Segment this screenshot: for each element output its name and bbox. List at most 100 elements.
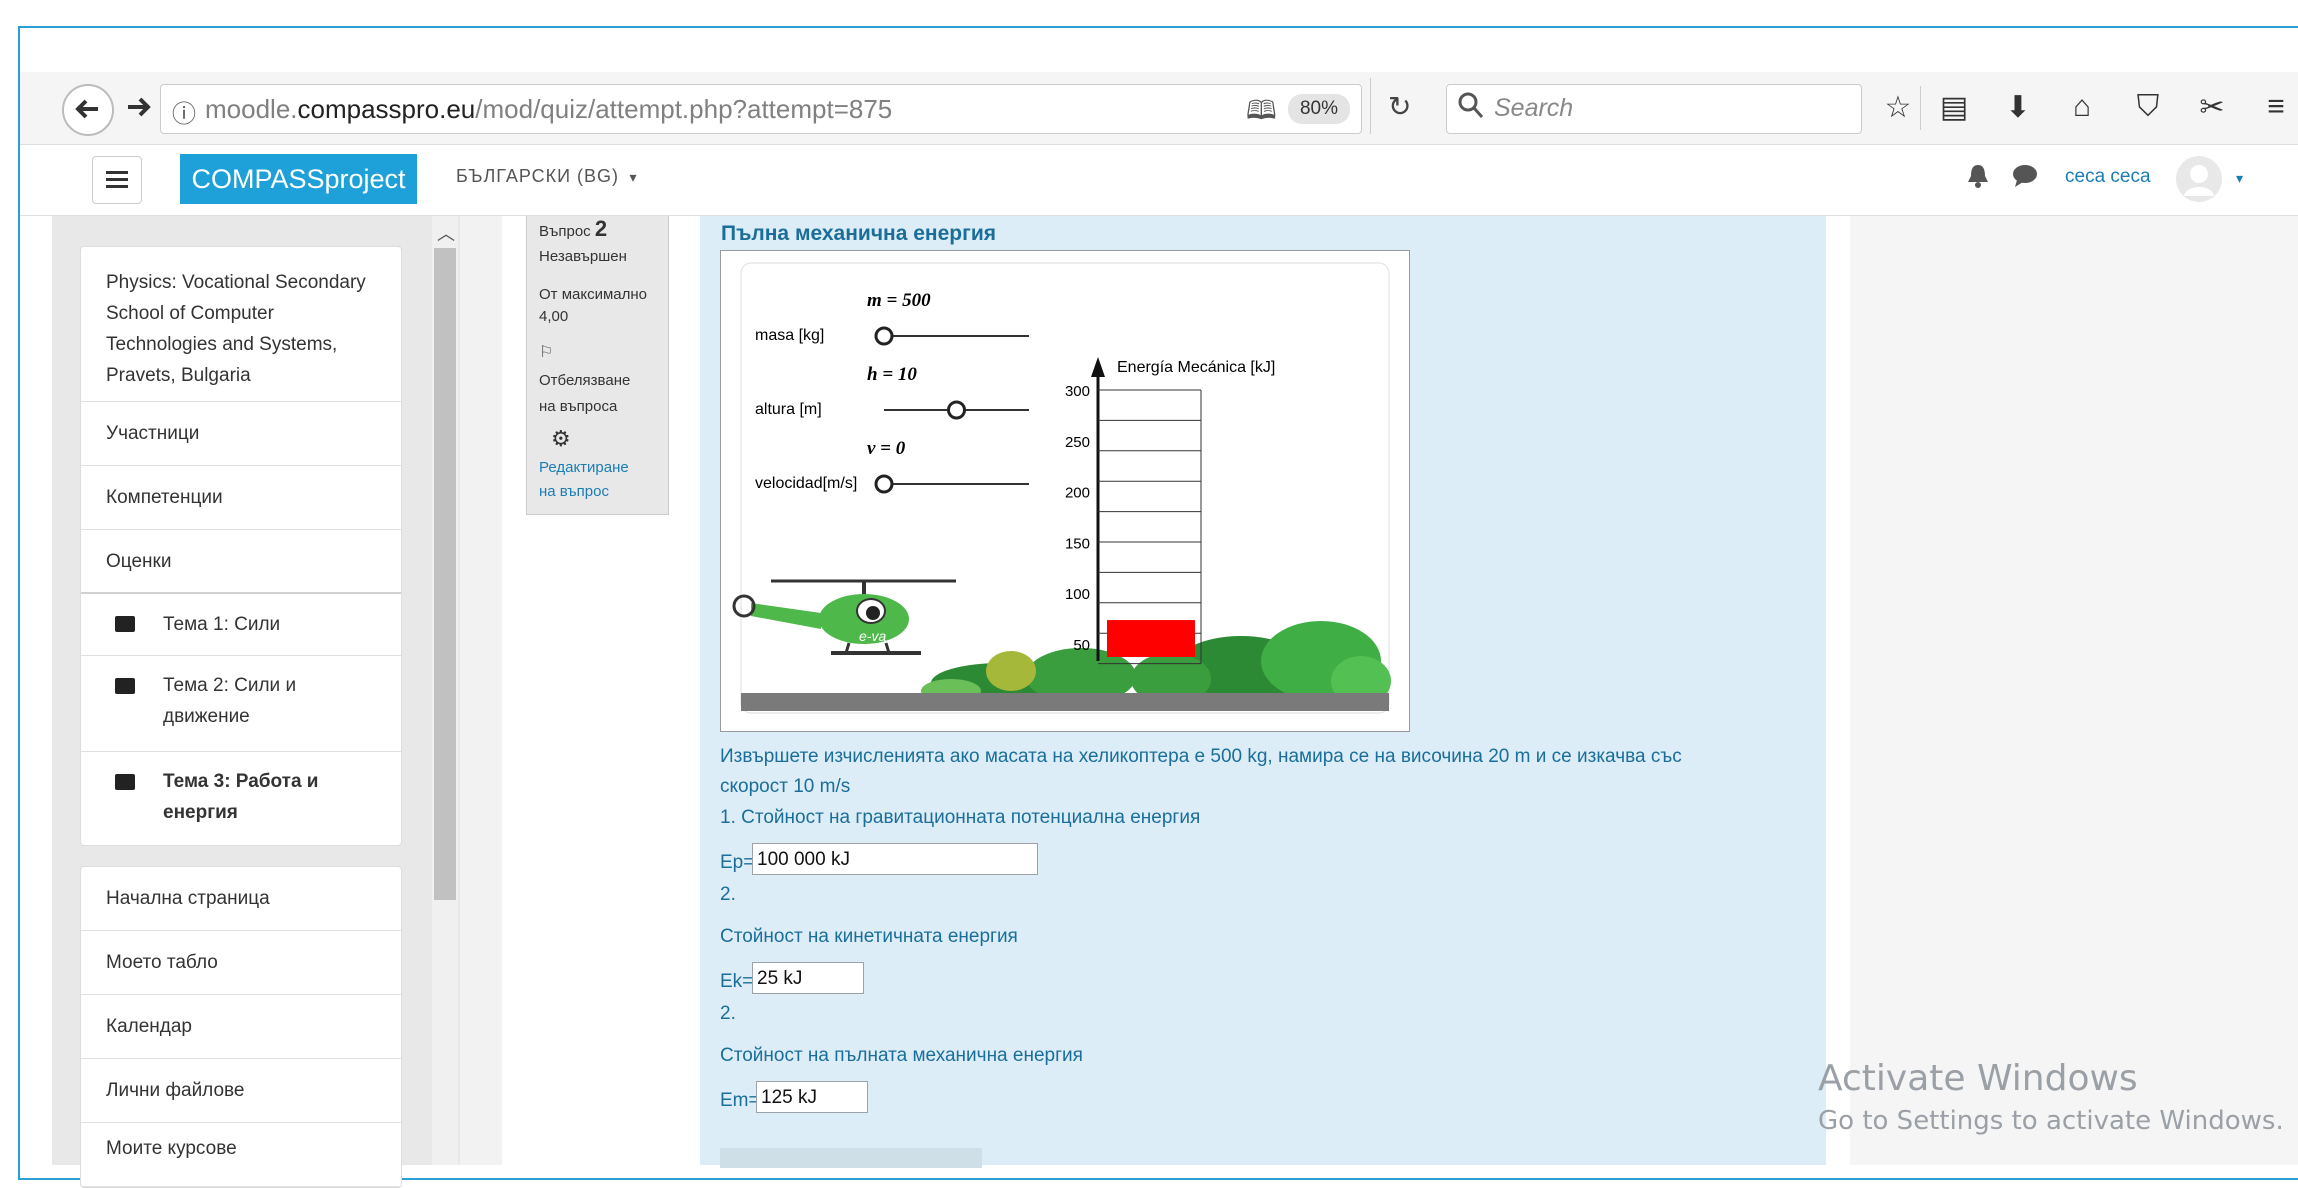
nav-item-private-files[interactable]: Лични файлове (81, 1059, 401, 1123)
chart-title: Energía Mecánica [kJ] (1117, 359, 1275, 376)
number-2a: 2. (720, 884, 736, 905)
ek-answer-input[interactable]: 25 kJ (752, 962, 864, 994)
flag-icon[interactable]: ⚐ (539, 342, 553, 362)
em-answer-input[interactable]: 125 kJ (756, 1081, 868, 1113)
y-tick-label: 200 (1065, 485, 1090, 502)
nav-item-dashboard[interactable]: Моето табло (81, 931, 401, 995)
nav-item-grades[interactable]: Оценки (81, 530, 401, 594)
nav-item-home[interactable]: Начална страница (81, 867, 401, 931)
home-icon[interactable]: ⌂ (2062, 90, 2102, 124)
divider (1920, 86, 1921, 130)
notifications-bell-icon[interactable] (1966, 162, 1990, 195)
gear-icon: ⚙ (551, 426, 571, 451)
activate-windows-title: Activate Windows (1818, 1058, 2138, 1099)
y-tick-label: 150 (1065, 535, 1090, 552)
url-text[interactable]: moodle.compasspro.eu/mod/quiz/attempt.ph… (205, 94, 892, 125)
hamburger-icon (106, 171, 128, 188)
question-number: Въпрос 2 (539, 216, 608, 241)
user-avatar[interactable] (2176, 156, 2222, 202)
caret-down-icon: ▾ (629, 169, 637, 185)
subquestion-1: 1. Стойност на гравитационната потенциал… (720, 807, 1201, 828)
nav-item-topic-1[interactable]: Тема 1: Сили (81, 594, 401, 656)
scrollbar-thumb[interactable] (434, 248, 456, 900)
velocity-value-label: v = 0 (867, 438, 906, 459)
subquestion-3: Стойност на пълната механична енергия (720, 1045, 1083, 1066)
applet-canvas: e-va m = 500 masa [kg] h = 10 altura [m]… (732, 262, 1391, 714)
ground (741, 693, 1389, 711)
topic-label: Тема 1: Сили (163, 614, 281, 635)
reload-icon[interactable]: ↻ (1388, 90, 1411, 123)
ep-answer-input[interactable]: 100 000 kJ (752, 843, 1038, 875)
search-icon (1458, 92, 1484, 125)
course-title-link[interactable]: Physics: Vocational Secondary School of … (81, 247, 401, 402)
height-value-label: h = 10 (867, 364, 917, 385)
forward-arrow-icon (128, 97, 151, 117)
menu-icon[interactable]: ≡ (2256, 90, 2296, 124)
nav-item-competencies[interactable]: Компетенции (81, 466, 401, 530)
search-placeholder: Search (1494, 94, 1574, 122)
subquestion-2: Стойност на кинетичната енергия (720, 926, 1018, 947)
nav-item-calendar[interactable]: Календар (81, 995, 401, 1059)
number-2b: 2. (720, 1003, 736, 1024)
forward-button[interactable] (124, 90, 154, 129)
y-tick-label: 250 (1065, 434, 1090, 451)
question-max-grade: От максимално 4,00 (539, 286, 648, 325)
folder-icon (115, 678, 135, 694)
topic-label: Тема 2: Сили и движение (163, 675, 297, 727)
download-icon[interactable]: ⬇ (1998, 90, 2038, 125)
nav-item-participants[interactable]: Участници (81, 402, 401, 466)
activate-windows-subtitle: Go to Settings to activate Windows. (1818, 1106, 2284, 1136)
brand-link[interactable]: COMPASSproject (180, 154, 417, 204)
question-info: Въпрос 2 Незавършен От максимално 4,00 ⚐… (526, 216, 669, 515)
topic-label: Тема 3: Работа и енергия (163, 771, 319, 823)
y-tick-label: 50 (1073, 637, 1090, 654)
course-nav-card: Physics: Vocational Secondary School of … (80, 246, 402, 846)
reader-view-icon[interactable]: 🕮 (1246, 92, 1277, 136)
site-nav-card: Начална страница Моето табло Календар Ли… (80, 866, 402, 1188)
question-title: Пълна механична енергия (721, 222, 996, 245)
height-slider-knob[interactable] (947, 400, 966, 420)
user-menu-caret-icon[interactable]: ▾ (2236, 170, 2243, 187)
back-arrow-icon (75, 99, 98, 119)
scroll-up-icon[interactable]: ︿ (437, 220, 455, 246)
info-icon[interactable]: ⓘ (172, 94, 196, 129)
em-label: Em= (720, 1090, 760, 1111)
ek-label: Ek= (720, 971, 754, 992)
bookmark-star-icon[interactable]: ☆ (1878, 90, 1918, 125)
mass-slider-knob[interactable] (874, 326, 894, 346)
helicopter-label: e-va (859, 628, 886, 644)
folder-icon (115, 616, 135, 632)
next-page-button[interactable] (720, 1148, 982, 1168)
language-label: БЪЛГАРСКИ (BG) (456, 166, 620, 186)
gutter (460, 216, 502, 1165)
question-state: Незавършен (539, 248, 627, 265)
folder-icon (115, 774, 135, 790)
back-button[interactable] (62, 84, 114, 136)
edit-question-link[interactable]: Редактиране на въпрос (539, 456, 649, 504)
nav-item-my-courses[interactable]: Моите курсове (81, 1123, 401, 1187)
y-tick-label: 100 (1065, 586, 1090, 603)
nav-item-topic-3[interactable]: Тема 3: Работа и енергия (81, 752, 401, 845)
zoom-level[interactable]: 80% (1288, 94, 1350, 124)
divider (1370, 78, 1371, 134)
velocity-caption: velocidad[m/s] (755, 475, 857, 492)
question-text-line2: скорост 10 m/s (720, 776, 851, 797)
geogebra-applet[interactable]: e-va m = 500 masa [kg] h = 10 altura [m]… (720, 250, 1410, 732)
pocket-icon[interactable]: ⛉ (2128, 90, 2168, 124)
language-menu[interactable]: БЪЛГАРСКИ (BG) ▾ (456, 166, 637, 187)
screenshot-icon[interactable]: ✂ (2192, 90, 2232, 125)
mass-value-label: m = 500 (867, 290, 931, 311)
nav-drawer-button[interactable] (92, 156, 142, 204)
question-text-line1: Извършете изчисленията ако масата на хел… (720, 746, 1682, 767)
y-tick-label: 300 (1065, 383, 1090, 400)
user-name[interactable]: сеса сеса (2065, 166, 2151, 188)
messages-icon[interactable] (2012, 164, 2038, 193)
velocity-slider-knob[interactable] (874, 474, 894, 494)
right-panel (1850, 216, 2298, 1165)
mass-caption: masa [kg] (755, 327, 824, 344)
energy-bar (1107, 620, 1195, 657)
ep-label: Ep= (720, 852, 755, 873)
nav-item-topic-2[interactable]: Тема 2: Сили и движение (81, 656, 401, 752)
flag-question-link[interactable]: Отбелязване на въпроса (539, 368, 649, 420)
reading-list-icon[interactable]: ▤ (1934, 90, 1974, 125)
